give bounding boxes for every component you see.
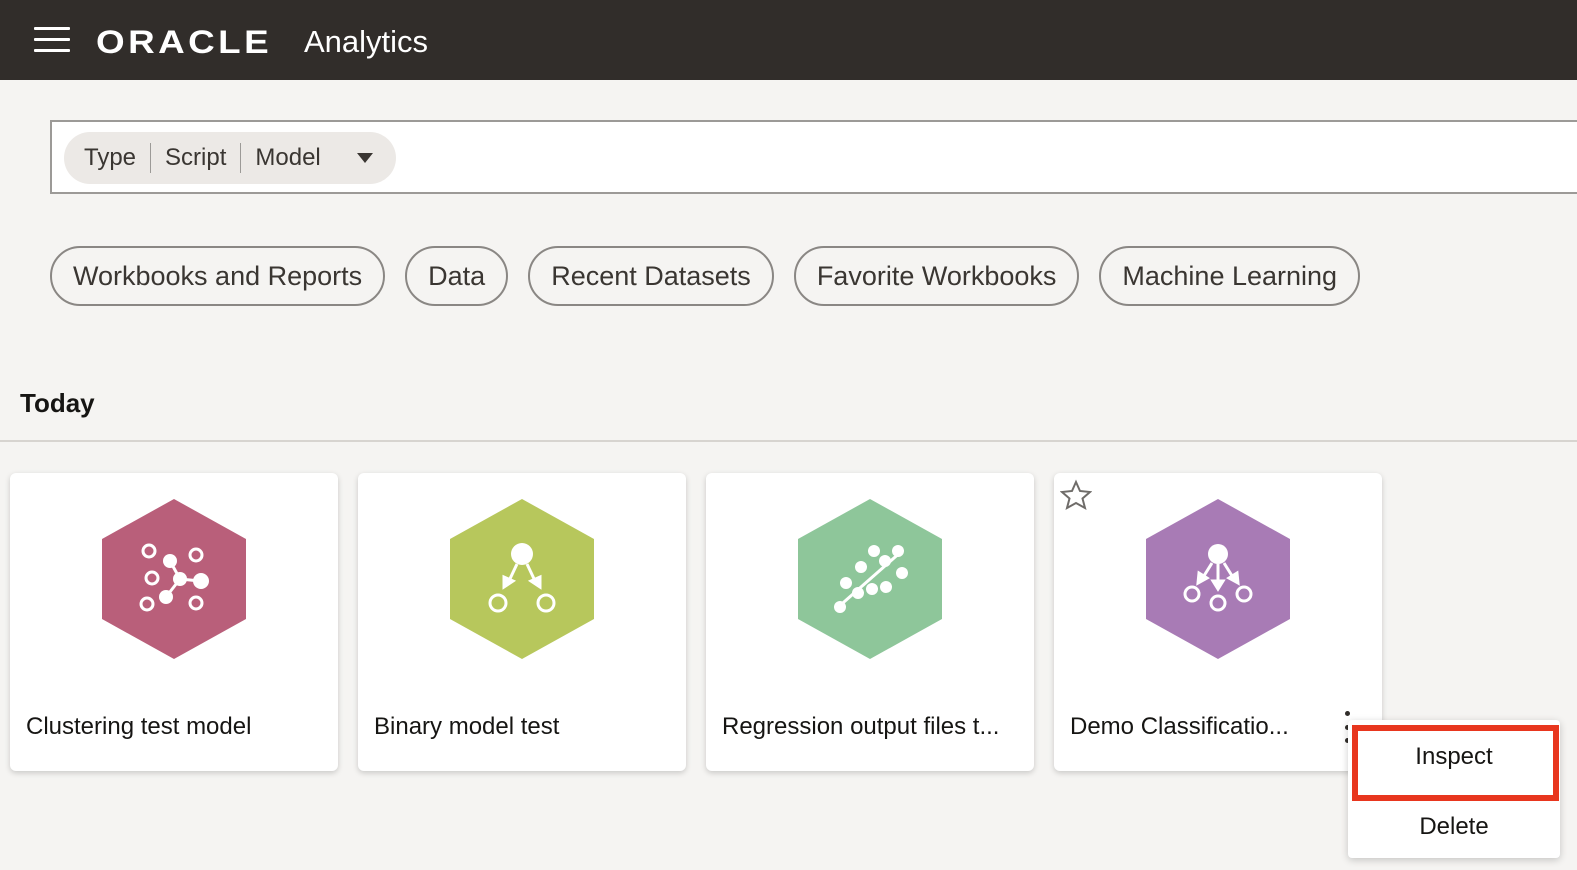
search-bar[interactable]: Type Script Model: [50, 120, 1577, 194]
model-card-binary[interactable]: Binary model test: [358, 473, 686, 771]
model-filter-value: Model: [255, 144, 321, 171]
top-bar: ORACLE Analytics: [0, 0, 1577, 80]
context-menu: Inspect Delete: [1348, 720, 1560, 858]
brand: ORACLE Analytics: [96, 22, 428, 62]
card-title: Demo Classificatio...: [1070, 713, 1289, 740]
oracle-logo: ORACLE: [96, 23, 273, 60]
chip-data[interactable]: Data: [405, 246, 509, 306]
filter-chips: Workbooks and Reports Data Recent Datase…: [50, 246, 1361, 306]
binary-classification-icon: [450, 499, 594, 659]
hamburger-menu-icon[interactable]: [34, 27, 70, 55]
chip-machine-learning[interactable]: Machine Learning: [1099, 246, 1361, 306]
section-title: Today: [20, 388, 95, 418]
star-icon[interactable]: [1060, 479, 1092, 511]
section-divider: [0, 440, 1577, 442]
product-name: Analytics: [304, 24, 429, 59]
type-filter-pill[interactable]: Type Script Model: [64, 132, 396, 184]
card-title: Binary model test: [374, 713, 560, 740]
card-title: Clustering test model: [26, 713, 252, 740]
card-title: Regression output files t...: [722, 713, 1000, 740]
multi-classification-icon: [1146, 499, 1290, 659]
chip-workbooks-and-reports[interactable]: Workbooks and Reports: [50, 246, 386, 306]
chevron-down-icon[interactable]: [356, 153, 373, 163]
menu-item-delete[interactable]: Delete: [1348, 794, 1560, 860]
regression-icon: [798, 499, 942, 659]
model-card-regression[interactable]: Regression output files t...: [706, 473, 1034, 771]
chip-recent-datasets[interactable]: Recent Datasets: [528, 246, 774, 306]
menu-item-inspect[interactable]: Inspect: [1348, 724, 1560, 790]
script-filter-value: Script: [165, 144, 227, 171]
chip-favorite-workbooks[interactable]: Favorite Workbooks: [793, 246, 1080, 306]
type-filter-label: Type: [84, 144, 137, 171]
model-card-demo-classification[interactable]: Demo Classificatio...: [1054, 473, 1382, 771]
model-card-clustering[interactable]: Clustering test model: [10, 473, 338, 771]
clustering-icon: [102, 499, 246, 659]
